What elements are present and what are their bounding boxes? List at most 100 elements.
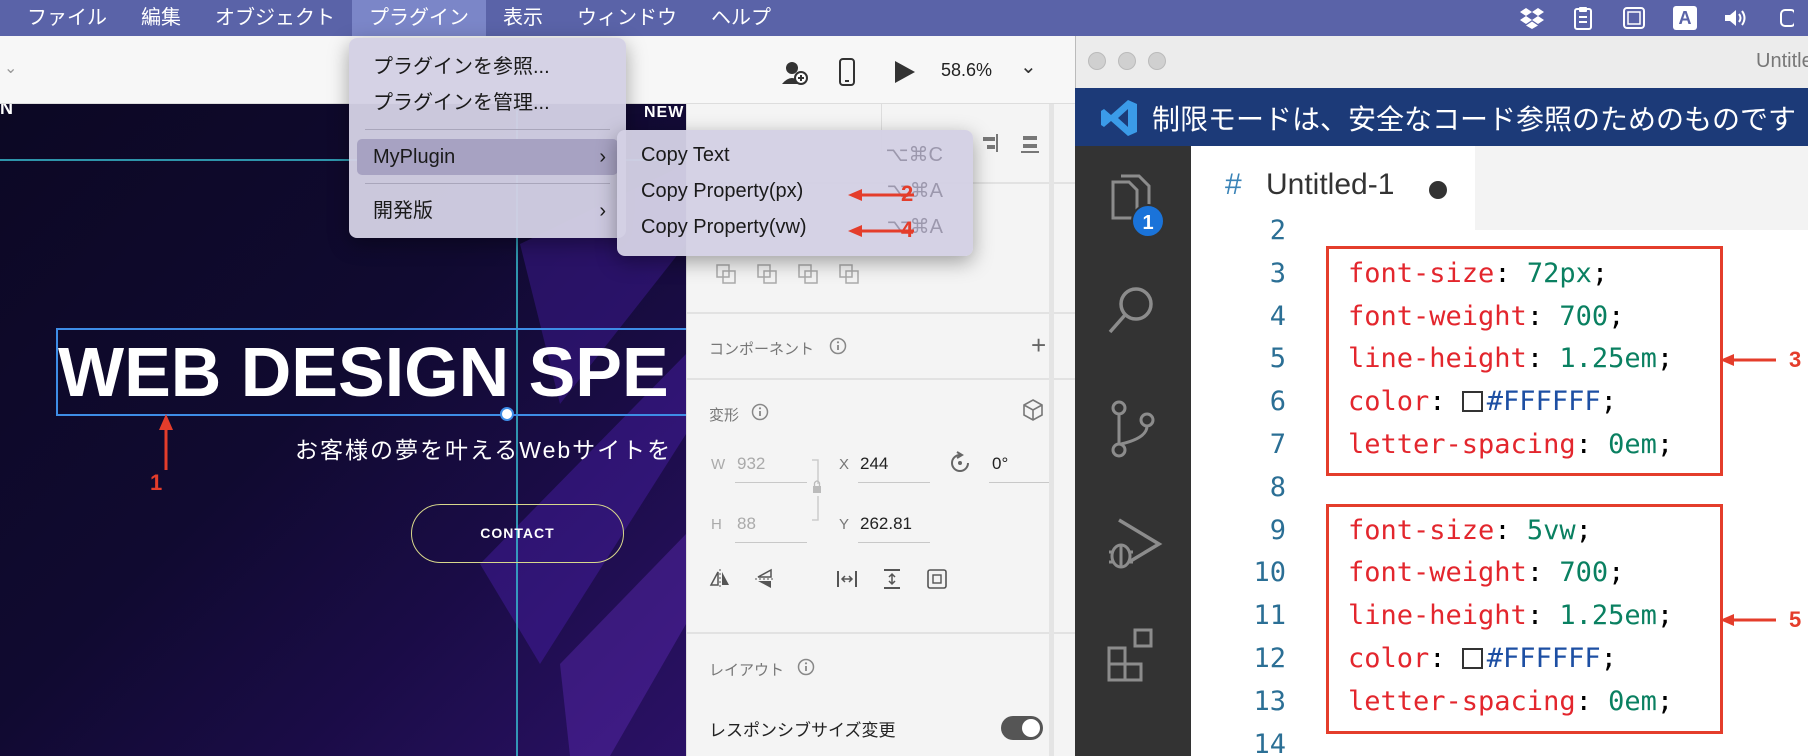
play-icon[interactable] [893,59,917,90]
window-title: Untitled [1756,50,1808,72]
menu-item-myplugin[interactable]: MyPlugin › [357,139,618,175]
distribute-vertical-icon[interactable] [881,568,903,590]
flip-horizontal-icon[interactable] [709,568,731,590]
w-label: W [711,456,726,473]
menu-object[interactable]: オブジェクト [198,0,352,36]
flip-vertical-icon[interactable] [754,568,776,590]
align-bottom-icon[interactable] [1019,132,1041,154]
y-field-underline [858,542,930,543]
menu-window[interactable]: ウィンドウ [560,0,694,36]
subtitle: お客様の夢を叶えるWebサイトを [295,437,673,463]
highlight-box-vw [1326,504,1723,734]
component-label: コンポーネント [709,341,815,358]
panel-scrollbar[interactable] [1049,104,1054,756]
window-minimize-button[interactable] [1118,52,1136,70]
info-icon[interactable] [751,403,769,426]
add-component-icon[interactable]: + [1031,330,1046,361]
code-editor[interactable]: 2 3 font-size: 72px; 4 font-weight: 700; 5 lin… [1191,215,1808,756]
transform-label: 変形 [709,407,740,424]
distribute-horizontal-icon[interactable] [836,568,858,590]
x-field-underline [858,482,930,483]
3d-transform-icon[interactable] [1021,398,1045,427]
menu-item-copy-text[interactable]: Copy Text ⌥⌘C [625,137,965,173]
menu-item-manage-plugins[interactable]: プラグインを管理... [357,85,618,121]
menu-file[interactable]: ファイル [10,0,124,36]
vscode-logo-icon [1099,98,1139,145]
volume-icon[interactable] [1723,6,1749,30]
fit-frame-icon[interactable] [926,568,948,590]
align-right-icon[interactable] [977,132,999,154]
rotate-icon[interactable] [947,450,973,481]
copy-text-shortcut: ⌥⌘C [885,144,944,166]
boolean-intersect-icon[interactable] [797,263,819,285]
status-tray: A [1519,0,1808,36]
boolean-subtract-icon[interactable] [756,263,778,285]
boolean-exclude-icon[interactable] [838,263,860,285]
rotation-field-underline [989,482,1049,483]
panel-divider [687,632,1076,634]
control-center-icon[interactable] [1774,6,1800,30]
line-number: 2 [1269,215,1286,246]
panel-divider [687,312,1076,314]
clipboard-icon[interactable] [1570,6,1596,30]
activity-bar: 1 [1075,146,1191,756]
chevron-down-icon[interactable]: ⌄ [4,58,17,78]
h-field-underline [735,542,807,543]
css-file-icon: # [1225,168,1242,201]
contact-button[interactable]: CONTACT [411,504,624,563]
h-label: H [711,516,722,533]
share-user-icon[interactable] [780,58,808,91]
menu-plugins[interactable]: プラグイン [352,0,486,36]
annotation-label-3: 3 [1789,347,1802,372]
myplugin-submenu: Copy Text ⌥⌘C Copy Property(px) ⌥⌘A Copy… [617,130,973,256]
screen-icon[interactable] [1621,6,1647,30]
dropbox-icon[interactable] [1519,6,1545,30]
chevron-right-icon: › [599,200,606,222]
menu-bar: ファイル 編集 オブジェクト プラグイン 表示 ウィンドウ ヘルプ A [0,0,1808,36]
copy-text-label: Copy Text [641,144,730,166]
menu-item-browse-plugins[interactable]: プラグインを参照... [357,49,618,85]
selection-handle[interactable] [500,407,514,421]
device-preview-icon[interactable] [838,58,856,91]
annotation-label-2: 2 [901,181,914,206]
line-number: 13 [1253,685,1286,717]
input-source-letter: A [1673,6,1697,30]
h-field[interactable]: 88 [737,514,756,534]
input-source-icon[interactable]: A [1672,6,1698,30]
x-field[interactable]: 244 [860,454,888,474]
boolean-add-icon[interactable] [715,263,737,285]
line-number: 12 [1253,643,1286,674]
menu-view[interactable]: 表示 [486,0,560,36]
menu-help[interactable]: ヘルプ [694,0,788,36]
line-number: 14 [1253,728,1286,756]
zoom-dropdown-icon[interactable]: ⌄ [1020,54,1037,79]
responsive-resize-toggle[interactable] [1001,716,1043,740]
extensions-icon[interactable] [1105,626,1161,687]
menu-item-myplugin-label: MyPlugin [373,146,456,168]
line-number: 5 [1269,343,1286,375]
menu-edit[interactable]: 編集 [124,0,198,36]
rotation-field[interactable]: 0° [992,454,1008,474]
headline[interactable]: WEB DESIGN SPE [58,329,669,415]
menu-separator [365,129,610,130]
source-control-icon[interactable] [1109,400,1157,463]
window-zoom-button[interactable] [1148,52,1166,70]
restricted-mode-banner[interactable]: 制限モードは、安全なコード参照のためのものです [1075,88,1808,146]
menu-item-development[interactable]: 開発版 › [357,193,618,229]
w-field[interactable]: 932 [737,454,765,474]
info-icon[interactable] [829,337,847,360]
line-number: 7 [1269,429,1286,460]
lock-aspect-icon[interactable] [810,456,824,541]
tab-filename: Untitled-1 [1266,168,1395,201]
restricted-mode-text: 制限モードは、安全なコード参照のためのものです [1152,104,1797,135]
line-number: 9 [1269,514,1286,546]
zoom-level[interactable]: 58.6% [941,60,992,81]
info-icon[interactable] [797,658,815,681]
corner-letter: N [0,104,13,118]
panel-divider [687,378,1076,380]
y-field[interactable]: 262.81 [860,514,912,534]
search-icon[interactable] [1106,284,1158,341]
window-close-button[interactable] [1088,52,1106,70]
unsaved-dot-icon[interactable] [1429,181,1447,199]
run-debug-icon[interactable] [1105,516,1165,577]
